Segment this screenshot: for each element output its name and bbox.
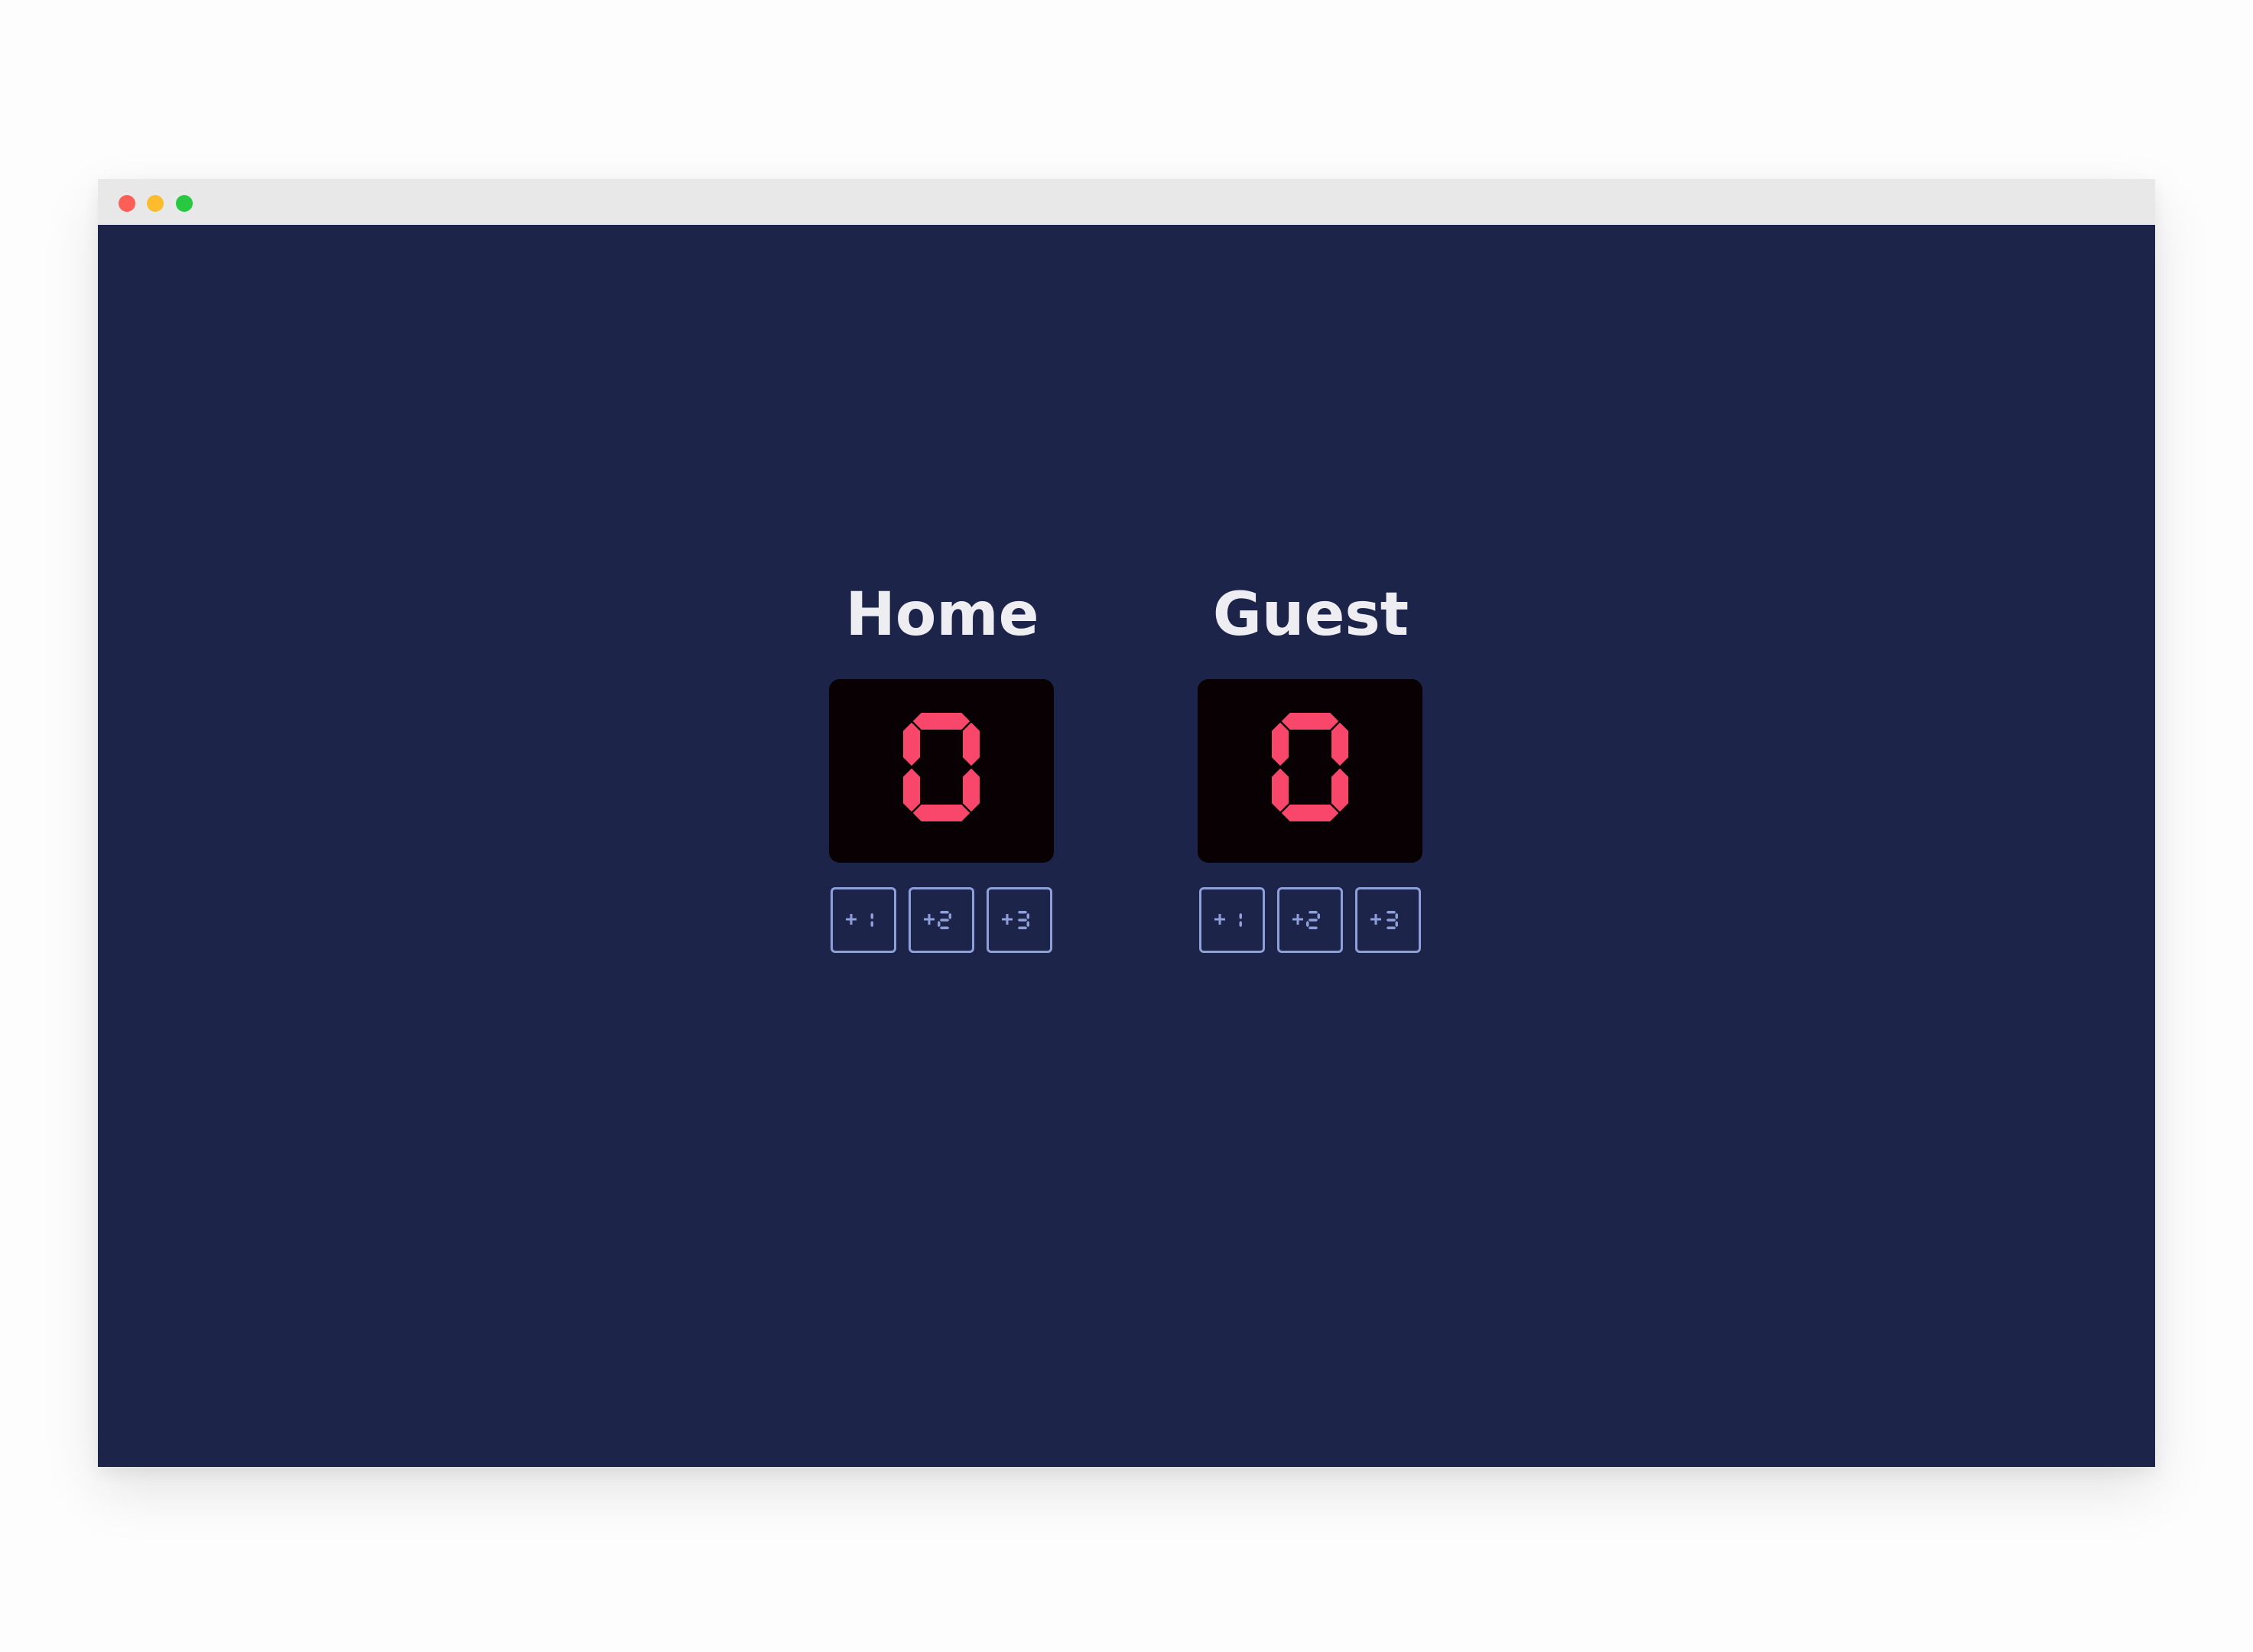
plus-two-icon-plus-horizontal — [1292, 918, 1303, 921]
guest-score-digit-segment-f — [1272, 722, 1289, 766]
plus-two-icon-segment-g — [1308, 919, 1318, 922]
guest-add-1-button[interactable]: +1 — [1199, 887, 1265, 953]
plus-three-icon-segment-b — [1395, 912, 1398, 919]
home-team-panel: Home 0 +1 +2 +3 — [829, 577, 1055, 953]
plus-three-icon-digit — [1017, 911, 1029, 929]
plus-one-icon-digit — [870, 912, 873, 928]
plus-one-icon-segment-c — [1239, 921, 1242, 928]
home-score-digit-segment-e — [903, 768, 920, 812]
home-score-digit-segment-b — [963, 722, 980, 766]
home-team-name: Home — [845, 580, 1039, 649]
plus-one-icon-plus-horizontal — [846, 918, 857, 921]
guest-score-display: 0 — [1198, 679, 1422, 863]
plus-two-icon-digit — [938, 911, 951, 929]
plus-one-icon-plus-horizontal — [1214, 918, 1225, 921]
plus-two-icon-segment-a — [939, 911, 950, 914]
guest-score-svg: 0 — [1198, 679, 1422, 863]
guest-score-digit-segment-e — [1272, 768, 1289, 812]
plus-three-icon-segment-c — [1026, 921, 1029, 928]
window-titlebar — [98, 179, 2155, 225]
guest-add-2-button[interactable]: +2 — [1277, 887, 1343, 953]
plus-three-icon-plus-horizontal — [1370, 918, 1381, 921]
home-add-2-button[interactable]: +2 — [909, 887, 974, 953]
plus-one-icon — [1214, 912, 1242, 928]
plus-one-icon — [846, 912, 873, 928]
home-score-digit-segment-f — [903, 722, 920, 766]
plus-two-icon — [924, 911, 951, 929]
home-score-buttons: +1 +2 +3 — [831, 887, 1054, 953]
home-score-display: 0 — [829, 679, 1054, 863]
plus-three-icon — [1002, 911, 1029, 929]
maximize-icon[interactable] — [176, 195, 193, 212]
home-score-digit-segment-c — [963, 768, 980, 812]
browser-window: Home 0 +1 +2 +3 Guest — [98, 179, 2155, 1467]
plus-three-icon-segment-b — [1026, 912, 1029, 919]
plus-one-icon-segment-b — [1239, 912, 1242, 919]
plus-three-icon-digit — [1386, 911, 1398, 929]
plus-three-icon-segment-g — [1386, 919, 1396, 922]
plus-two-icon-segment-d — [1308, 926, 1318, 929]
plus-three-icon-segment-g — [1017, 919, 1028, 922]
home-add-1-button[interactable]: +1 — [831, 887, 896, 953]
plus-two-icon-segment-g — [939, 919, 950, 922]
minimize-icon[interactable] — [147, 195, 164, 212]
plus-three-icon-segment-c — [1395, 921, 1398, 928]
plus-three-icon-segment-d — [1017, 926, 1028, 929]
guest-team-name: Guest — [1212, 580, 1409, 649]
plus-two-icon-segment-b — [948, 912, 951, 919]
guest-score-buttons: +1 +2 +3 — [1199, 887, 1422, 953]
guest-score-digit-segment-c — [1331, 768, 1348, 812]
guest-add-3-button[interactable]: +3 — [1355, 887, 1421, 953]
plus-three-icon-segment-a — [1386, 911, 1396, 914]
plus-two-icon-plus-horizontal — [924, 918, 935, 921]
guest-score-digit-segment-d — [1281, 805, 1339, 821]
plus-two-icon-digit — [1306, 911, 1320, 929]
home-score-digit-segment-a — [912, 713, 970, 730]
plus-two-icon-segment-b — [1317, 912, 1320, 919]
close-icon[interactable] — [119, 195, 135, 212]
plus-three-icon-segment-d — [1386, 926, 1396, 929]
plus-three-icon — [1370, 911, 1398, 929]
plus-one-icon-digit — [1239, 912, 1242, 928]
plus-one-icon-segment-c — [870, 921, 873, 928]
plus-three-icon-plus-horizontal — [1002, 918, 1013, 921]
plus-three-icon-segment-a — [1017, 911, 1028, 914]
guest-score-digit-segment-a — [1281, 713, 1339, 730]
guest-team-panel: Guest 0 +1 +2 +3 — [1198, 577, 1424, 953]
plus-two-icon-segment-d — [939, 926, 950, 929]
home-score-svg: 0 — [829, 679, 1054, 863]
home-add-3-button[interactable]: +3 — [987, 887, 1052, 953]
plus-two-icon-segment-e — [1306, 921, 1309, 928]
plus-two-icon-segment-e — [938, 921, 941, 928]
plus-two-icon — [1292, 911, 1320, 929]
plus-two-icon-segment-a — [1308, 911, 1318, 914]
home-score-digit-segment-d — [912, 805, 970, 821]
guest-score-digit-segment-b — [1331, 722, 1348, 766]
plus-one-icon-segment-b — [870, 912, 873, 919]
